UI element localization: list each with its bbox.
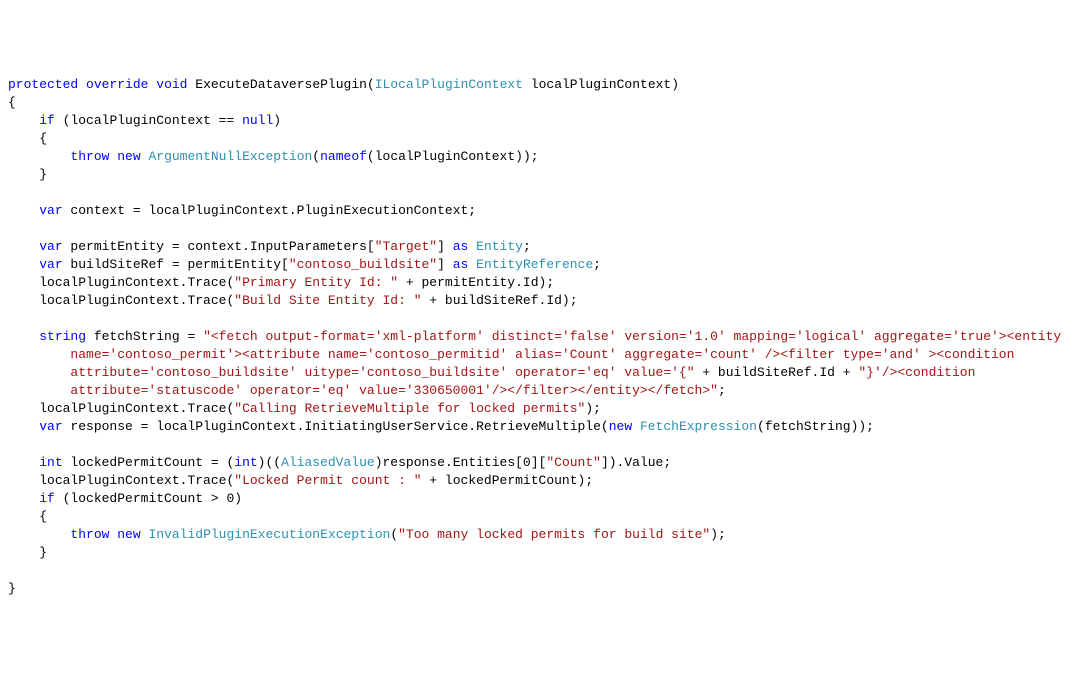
code-line: throw new ArgumentNullException(nameof(l…: [8, 148, 1064, 166]
code-line: {: [8, 508, 1064, 526]
code-line: attribute='contoso_buildsite' uitype='co…: [8, 364, 1064, 382]
code-line: {: [8, 130, 1064, 148]
code-line: [8, 220, 1064, 238]
code-line: [8, 436, 1064, 454]
code-line: [8, 184, 1064, 202]
code-line: name='contoso_permit'><attribute name='c…: [8, 346, 1064, 364]
code-line: [8, 562, 1064, 580]
code-line: var buildSiteRef = permitEntity["contoso…: [8, 256, 1064, 274]
code-line: }: [8, 544, 1064, 562]
code-line: string fetchString = "<fetch output-form…: [8, 328, 1064, 346]
code-line: int lockedPermitCount = (int)((AliasedVa…: [8, 454, 1064, 472]
code-line: if (localPluginContext == null): [8, 112, 1064, 130]
code-line: localPluginContext.Trace("Build Site Ent…: [8, 292, 1064, 310]
code-line: localPluginContext.Trace("Locked Permit …: [8, 472, 1064, 490]
code-line: if (lockedPermitCount > 0): [8, 490, 1064, 508]
code-line: var context = localPluginContext.PluginE…: [8, 202, 1064, 220]
code-line: throw new InvalidPluginExecutionExceptio…: [8, 526, 1064, 544]
code-line: localPluginContext.Trace("Calling Retrie…: [8, 400, 1064, 418]
code-editor[interactable]: protected override void ExecuteDataverse…: [8, 76, 1064, 598]
code-line: }: [8, 580, 1064, 598]
code-line: protected override void ExecuteDataverse…: [8, 76, 1064, 94]
code-line: {: [8, 94, 1064, 112]
code-line: localPluginContext.Trace("Primary Entity…: [8, 274, 1064, 292]
code-line: var permitEntity = context.InputParamete…: [8, 238, 1064, 256]
code-line: [8, 310, 1064, 328]
code-line: attribute='statuscode' operator='eq' val…: [8, 382, 1064, 400]
code-line: var response = localPluginContext.Initia…: [8, 418, 1064, 436]
code-line: }: [8, 166, 1064, 184]
